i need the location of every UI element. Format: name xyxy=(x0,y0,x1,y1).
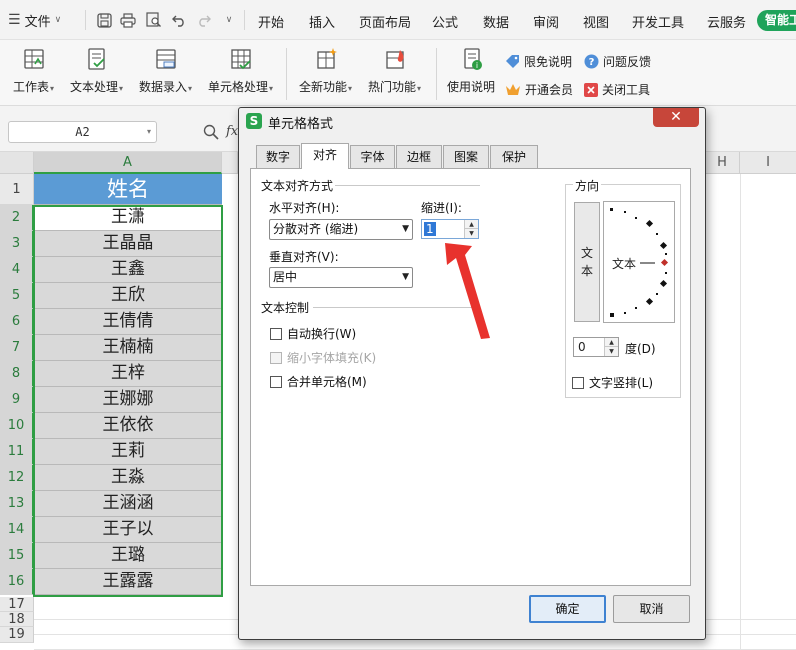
tab-alignment[interactable]: 对齐 xyxy=(301,143,349,169)
annotation-arrow xyxy=(445,243,490,339)
